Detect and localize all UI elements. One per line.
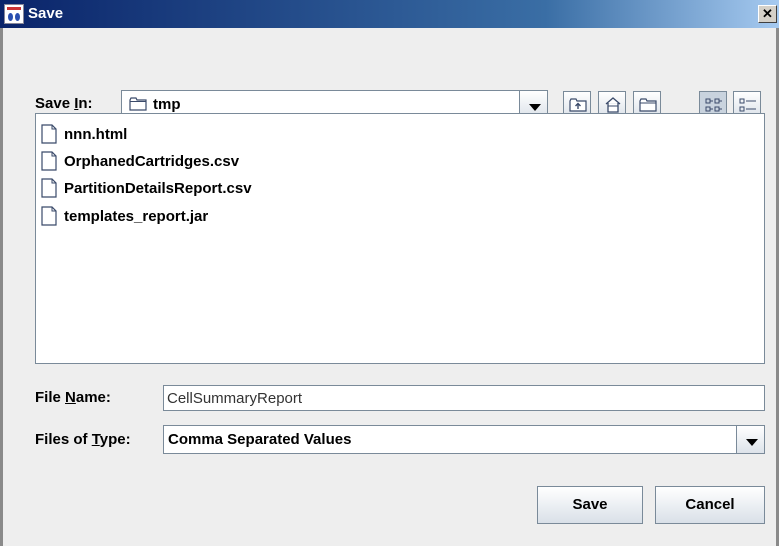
list-view-icon	[705, 98, 722, 112]
file-name-field-container	[163, 385, 765, 411]
file-icon	[41, 206, 57, 226]
file-name: OrphanedCartridges.csv	[64, 152, 240, 170]
list-item[interactable]: OrphanedCartridges.csv	[41, 149, 239, 173]
save-in-folder: tmp	[153, 96, 181, 113]
close-button[interactable]: ✕	[758, 5, 777, 23]
file-name-field[interactable]	[164, 386, 764, 410]
files-of-type-value: Comma Separated Values	[168, 431, 352, 448]
window-border-left	[0, 28, 3, 546]
files-of-type-label: Files of Type:	[35, 431, 131, 448]
save-in-label: Save In:	[35, 95, 93, 112]
file-name: templates_report.jar	[64, 207, 209, 225]
title-bar: Save ✕	[0, 0, 779, 28]
home-icon	[605, 97, 621, 113]
list-item[interactable]: templates_report.jar	[41, 204, 208, 228]
close-icon: ✕	[762, 6, 773, 21]
cancel-button[interactable]: Cancel	[655, 486, 765, 524]
file-icon	[41, 151, 57, 171]
folder-icon	[129, 97, 147, 111]
file-icon	[41, 178, 57, 198]
file-name: nnn.html	[64, 125, 128, 143]
list-item[interactable]: nnn.html	[41, 122, 127, 146]
save-button[interactable]: Save	[537, 486, 643, 524]
window-title: Save	[28, 5, 64, 22]
list-item[interactable]: PartitionDetailsReport.csv	[41, 176, 252, 200]
file-name: PartitionDetailsReport.csv	[64, 179, 252, 197]
file-list[interactable]: nnn.html OrphanedCartridges.csv Partitio…	[35, 113, 765, 364]
chevron-down-icon[interactable]	[736, 426, 764, 453]
file-name-label: File Name:	[35, 389, 111, 406]
details-view-icon	[739, 98, 756, 112]
new-folder-icon	[639, 98, 657, 112]
app-icon	[4, 4, 24, 24]
file-icon	[41, 124, 57, 144]
up-one-level-icon	[569, 98, 587, 112]
files-of-type-dropdown[interactable]: Comma Separated Values	[163, 425, 765, 454]
